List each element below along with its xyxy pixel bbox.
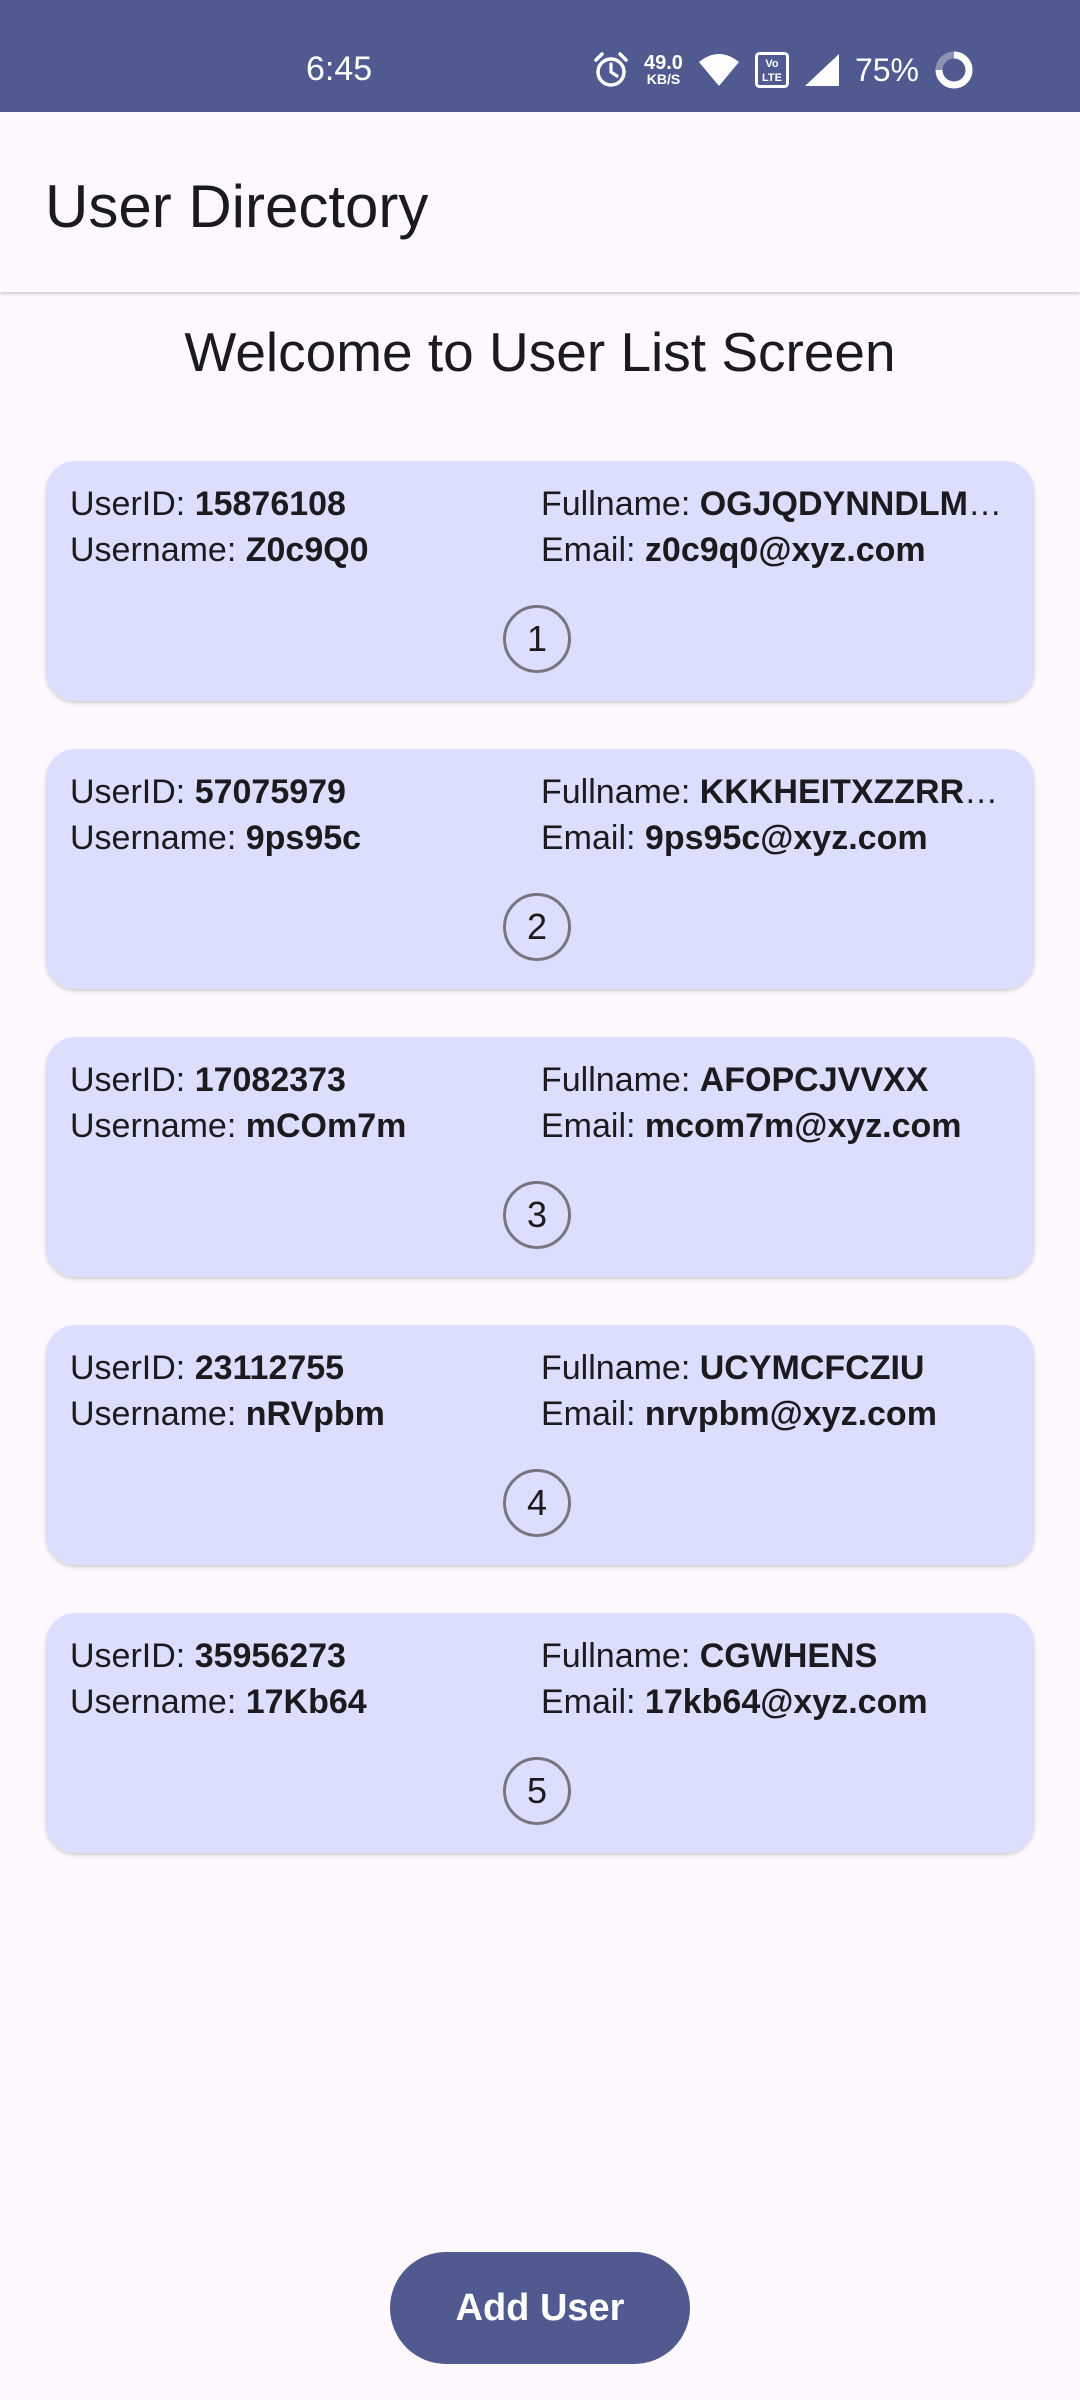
add-user-button[interactable]: Add User bbox=[390, 2252, 690, 2364]
volte-label-top: Vo bbox=[765, 58, 779, 70]
email-field: Email: mcom7m@xyz.com bbox=[541, 1107, 962, 1146]
user-id-value: 23112755 bbox=[194, 1349, 345, 1387]
user-id-value: 35956273 bbox=[194, 1637, 346, 1675]
email-label: Email: bbox=[541, 1107, 636, 1145]
user-card[interactable]: UserID: 23112755 Username: nRVpbm Fullname… bbox=[46, 1325, 1034, 1565]
user-id-field: UserID: 15876108 bbox=[70, 485, 346, 524]
user-id-field: UserID: 23112755 bbox=[70, 1349, 344, 1388]
user-id-label: UserID: bbox=[70, 1349, 186, 1387]
status-time: 6:45 bbox=[306, 50, 373, 88]
user-card[interactable]: UserID: 15876108 Username: Z0c9Q0 Fullname… bbox=[46, 461, 1034, 701]
user-id-label: UserID: bbox=[70, 1061, 186, 1099]
user-id-label: UserID: bbox=[70, 1637, 186, 1675]
email-field: Email: 9ps95c@xyz.com bbox=[541, 819, 928, 858]
user-card[interactable]: UserID: 35956273 Username: 17Kb64 Fullname… bbox=[46, 1613, 1034, 1853]
user-id-field: UserID: 35956273 bbox=[70, 1637, 346, 1676]
email-field: Email: nrvpbm@xyz.com bbox=[541, 1395, 937, 1434]
fullname-value: CGWHENS bbox=[699, 1637, 878, 1675]
username-value: 9ps95c bbox=[245, 819, 362, 857]
fullname-field: Fullname: AFOPCJVVXX bbox=[541, 1061, 928, 1100]
user-index-badge: 5 bbox=[503, 1757, 571, 1825]
fullname-field: Fullname: OGJQDYNNDLMF… bbox=[541, 485, 1011, 524]
username-label: Username: bbox=[70, 1683, 237, 1721]
fullname-field: Fullname: CGWHENS bbox=[541, 1637, 877, 1676]
network-speed: 49.0 KB/S bbox=[644, 52, 683, 87]
username-value: 17Kb64 bbox=[245, 1683, 367, 1721]
user-id-label: UserID: bbox=[70, 773, 186, 811]
email-field: Email: 17kb64@xyz.com bbox=[541, 1683, 928, 1722]
fullname-value: KKKHEITXZZRRXN bbox=[699, 773, 1011, 811]
network-speed-unit: KB/S bbox=[646, 71, 681, 87]
user-card[interactable]: UserID: 17082373 Username: mCOm7m Fullname… bbox=[46, 1037, 1034, 1277]
user-index-badge: 4 bbox=[503, 1469, 571, 1537]
email-field: Email: z0c9q0@xyz.com bbox=[541, 531, 926, 570]
volte-label-bottom: LTE bbox=[762, 72, 782, 84]
email-value: z0c9q0@xyz.com bbox=[644, 531, 926, 569]
signal-icon bbox=[803, 52, 841, 88]
user-id-value: 57075979 bbox=[194, 773, 346, 811]
user-id-value: 15876108 bbox=[194, 485, 346, 523]
fullname-label: Fullname: bbox=[541, 1349, 691, 1387]
email-value: 9ps95c@xyz.com bbox=[644, 819, 928, 857]
fullname-field: Fullname: UCYMCFCZIU bbox=[541, 1349, 925, 1388]
email-label: Email: bbox=[541, 819, 636, 857]
fullname-value: OGJQDYNNDLMF… bbox=[699, 485, 1011, 523]
email-value: 17kb64@xyz.com bbox=[644, 1683, 928, 1721]
user-index-badge: 3 bbox=[503, 1181, 571, 1249]
user-index-badge: 1 bbox=[503, 605, 571, 673]
status-bar: 6:45 49.0 KB/S Vo LTE 75% bbox=[0, 0, 1080, 112]
page-title: User Directory bbox=[45, 173, 429, 240]
fullname-label: Fullname: bbox=[541, 773, 691, 811]
username-field: Username: mCOm7m bbox=[70, 1107, 406, 1146]
username-value: mCOm7m bbox=[245, 1107, 407, 1145]
username-value: Z0c9Q0 bbox=[245, 531, 369, 569]
fullname-field: Fullname: KKKHEITXZZRRXN bbox=[541, 773, 1011, 812]
username-field: Username: 9ps95c bbox=[70, 819, 361, 858]
email-label: Email: bbox=[541, 1683, 636, 1721]
fullname-value: UCYMCFCZIU bbox=[699, 1349, 925, 1387]
app-bar: User Directory bbox=[0, 112, 1080, 292]
fullname-label: Fullname: bbox=[541, 1061, 691, 1099]
username-label: Username: bbox=[70, 531, 237, 569]
user-id-label: UserID: bbox=[70, 485, 186, 523]
alarm-icon bbox=[592, 51, 630, 89]
fullname-label: Fullname: bbox=[541, 1637, 691, 1675]
network-speed-value: 49.0 bbox=[644, 52, 683, 74]
username-label: Username: bbox=[70, 1395, 237, 1433]
user-card[interactable]: UserID: 57075979 Username: 9ps95c Fullname… bbox=[46, 749, 1034, 989]
user-index-badge: 2 bbox=[503, 893, 571, 961]
battery-percent: 75% bbox=[854, 51, 919, 88]
status-icons: 49.0 KB/S Vo LTE 75% bbox=[592, 44, 975, 96]
email-value: mcom7m@xyz.com bbox=[644, 1107, 962, 1145]
wifi-icon bbox=[697, 52, 741, 88]
username-label: Username: bbox=[70, 1107, 237, 1145]
user-id-field: UserID: 17082373 bbox=[70, 1061, 346, 1100]
username-field: Username: nRVpbm bbox=[70, 1395, 385, 1434]
username-label: Username: bbox=[70, 819, 237, 857]
user-id-value: 17082373 bbox=[194, 1061, 346, 1099]
volte-icon: Vo LTE bbox=[754, 52, 789, 88]
welcome-heading: Welcome to User List Screen bbox=[184, 321, 896, 383]
username-value: nRVpbm bbox=[245, 1395, 385, 1433]
username-field: Username: Z0c9Q0 bbox=[70, 531, 369, 570]
email-value: nrvpbm@xyz.com bbox=[644, 1395, 937, 1433]
user-id-field: UserID: 57075979 bbox=[70, 773, 346, 812]
battery-ring-icon bbox=[933, 49, 975, 91]
email-label: Email: bbox=[541, 531, 636, 569]
fullname-label: Fullname: bbox=[541, 485, 691, 523]
username-field: Username: 17Kb64 bbox=[70, 1683, 367, 1722]
email-label: Email: bbox=[541, 1395, 636, 1433]
fullname-value: AFOPCJVVXX bbox=[699, 1061, 929, 1099]
